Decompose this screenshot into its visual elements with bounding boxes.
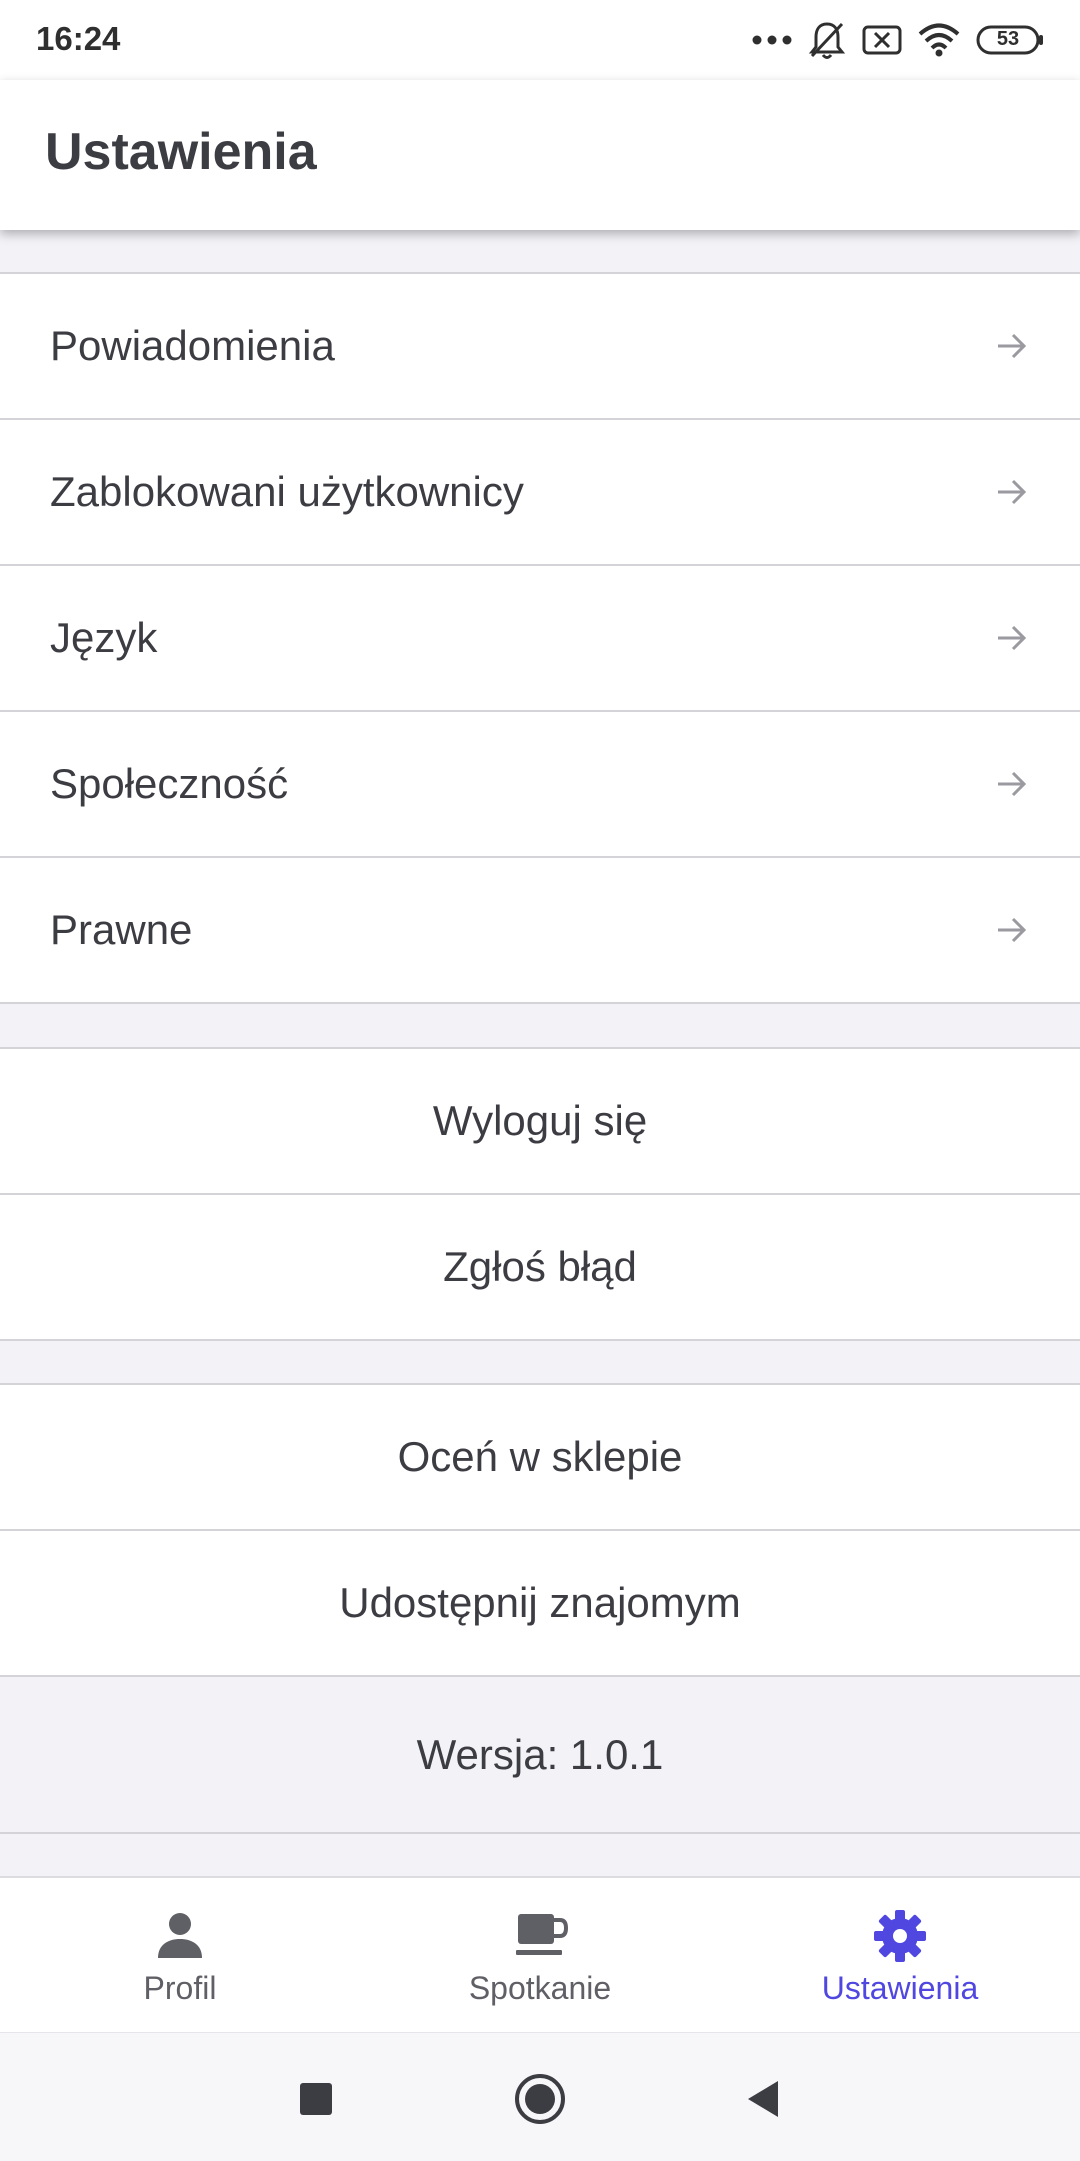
tab-label: Profil xyxy=(143,1970,217,2006)
settings-item-community[interactable]: Społeczność xyxy=(0,712,1080,858)
tab-profile[interactable]: Profil xyxy=(0,1878,360,2033)
battery-icon: 53 xyxy=(976,25,1044,55)
settings-item-label: Społeczność xyxy=(50,760,289,807)
app-bar: Ustawienia xyxy=(0,80,1080,230)
tab-meeting[interactable]: Spotkanie xyxy=(360,1878,720,2033)
settings-item-label: Powiadomienia xyxy=(50,322,335,369)
arrow-right-icon xyxy=(998,479,1027,505)
settings-item-notifications[interactable]: Powiadomienia xyxy=(0,274,1080,420)
settings-item-label: Zablokowani użytkownicy xyxy=(50,468,524,515)
battery-level: 53 xyxy=(996,28,1020,50)
settings-item-label: Prawne xyxy=(50,906,193,953)
arrow-right-icon xyxy=(998,333,1027,359)
share-actions-group: Oceń w sklepie Udostępnij znajomym xyxy=(0,1383,1080,1677)
app-version: Wersja: 1.0.1 xyxy=(0,1677,1080,1834)
settings-nav-group: Powiadomienia Zablokowani użytkownicy Ję… xyxy=(0,272,1080,1004)
bell-muted-icon xyxy=(808,20,846,60)
account-actions-group: Wyloguj się Zgłoś błąd xyxy=(0,1047,1080,1341)
status-time: 16:24 xyxy=(36,20,121,57)
back-triangle-icon[interactable] xyxy=(736,2071,792,2127)
arrow-right-icon xyxy=(998,625,1027,651)
status-bar: 16:24 53 xyxy=(0,0,1080,80)
arrow-right-icon xyxy=(998,771,1027,797)
settings-content: Powiadomienia Zablokowani użytkownicy Ję… xyxy=(0,230,1080,1876)
tab-label: Spotkanie xyxy=(468,1970,612,2006)
tab-settings[interactable]: Ustawienia xyxy=(720,1878,1080,2033)
coffee-icon xyxy=(516,1914,569,1955)
share-with-friends-button[interactable]: Udostępnij znajomym xyxy=(0,1531,1080,1677)
gear-icon xyxy=(874,1910,926,1962)
bottom-navigation: Profil Spotkanie Ustawienia xyxy=(0,1876,1080,2033)
arrow-right-icon xyxy=(998,917,1027,943)
logout-button[interactable]: Wyloguj się xyxy=(0,1049,1080,1195)
settings-item-label: Język xyxy=(50,614,158,661)
system-navigation xyxy=(0,2032,1080,2161)
settings-item-language[interactable]: Język xyxy=(0,566,1080,712)
report-bug-button[interactable]: Zgłoś błąd xyxy=(0,1195,1080,1341)
home-circle-icon[interactable] xyxy=(512,2071,568,2127)
settings-item-blocked-users[interactable]: Zablokowani użytkownicy xyxy=(0,420,1080,566)
sim-off-icon xyxy=(862,25,902,55)
wifi-icon xyxy=(918,23,960,57)
status-icons: 53 xyxy=(752,18,1044,62)
page-title: Ustawienia xyxy=(45,123,317,181)
settings-item-legal[interactable]: Prawne xyxy=(0,858,1080,1004)
rate-app-button[interactable]: Oceń w sklepie xyxy=(0,1385,1080,1531)
more-dots-icon xyxy=(752,34,792,46)
person-icon xyxy=(158,1913,202,1958)
tab-label: Ustawienia xyxy=(821,1970,979,2006)
recents-square-icon[interactable] xyxy=(288,2071,344,2127)
